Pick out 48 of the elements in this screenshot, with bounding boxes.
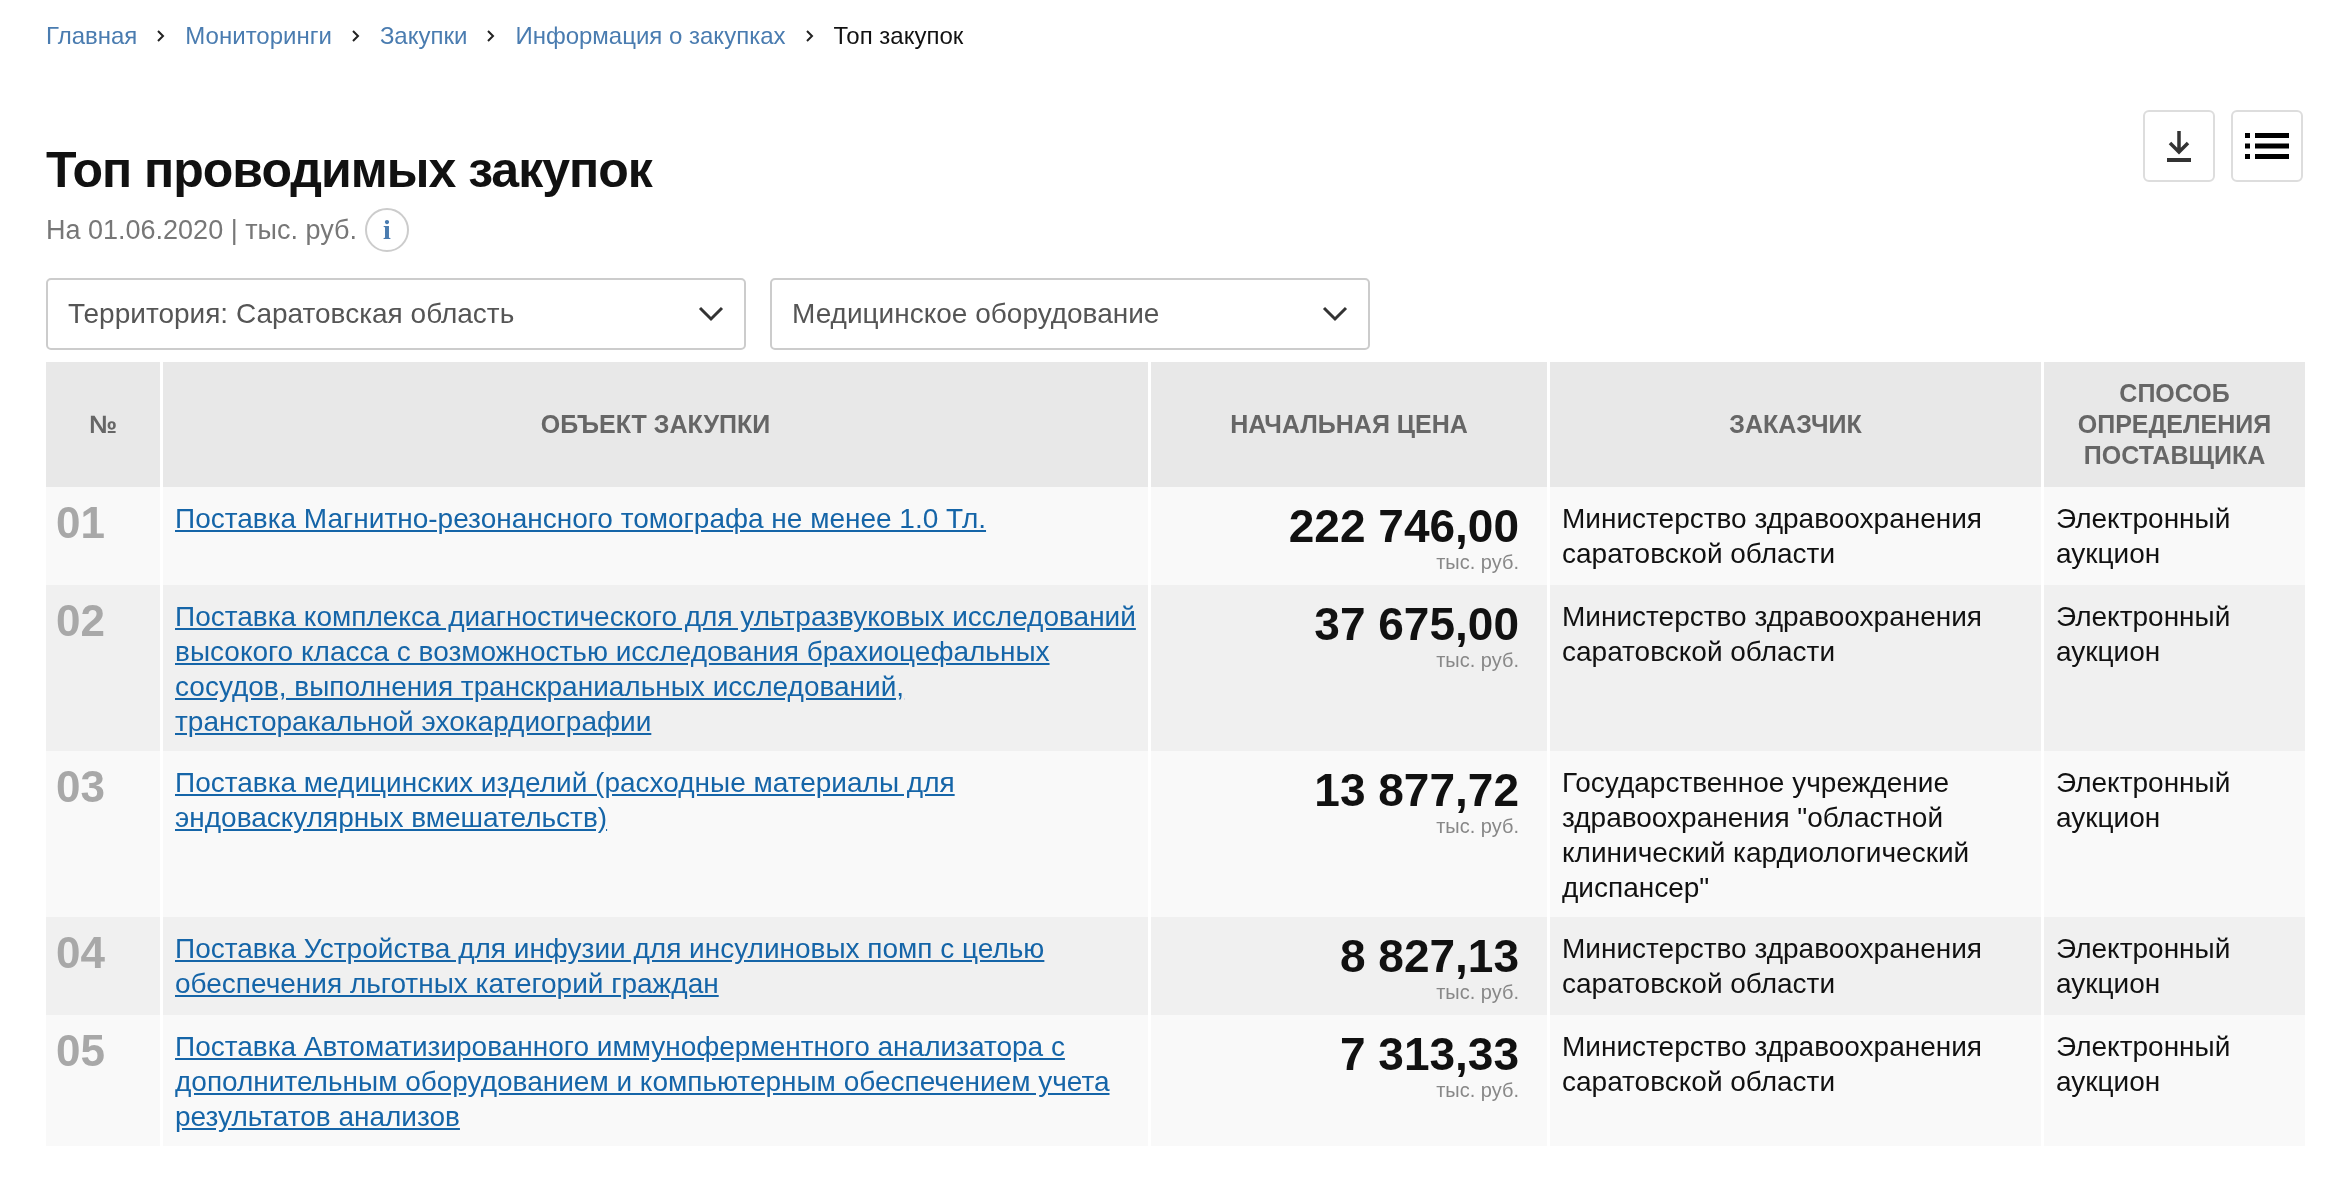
row-number: 03 bbox=[46, 751, 160, 917]
chevron-down-icon bbox=[698, 306, 724, 322]
customer-cell: Государственное учреждение здравоохранения "областной клинический кардиологический диспансер" bbox=[1550, 751, 2041, 917]
price-value: 13 877,72 bbox=[1314, 765, 1519, 815]
row-number: 04 bbox=[46, 917, 160, 1015]
price-unit: тыс. руб. bbox=[1436, 649, 1519, 671]
page-title: Топ проводимых закупок bbox=[46, 141, 652, 200]
price-unit: тыс. руб. bbox=[1436, 981, 1519, 1003]
chevron-icon bbox=[803, 30, 816, 42]
method-cell: Электронный аукцион bbox=[2044, 751, 2305, 917]
list-icon bbox=[2245, 133, 2289, 159]
method-cell: Электронный аукцион bbox=[2044, 487, 2305, 585]
breadcrumb-current: Топ закупок bbox=[833, 21, 964, 51]
customer-cell: Министерство здравоохранения саратовской области bbox=[1550, 487, 2041, 585]
chevron-icon bbox=[349, 30, 362, 42]
customer-cell: Министерство здравоохранения саратовской области bbox=[1550, 917, 2041, 1015]
column-header: № bbox=[46, 362, 160, 487]
row-number: 01 bbox=[46, 487, 160, 585]
list-view-button[interactable] bbox=[2231, 110, 2303, 182]
breadcrumb-link[interactable]: Главная bbox=[46, 18, 138, 54]
price-unit: тыс. руб. bbox=[1436, 1079, 1519, 1101]
column-header: ОБЪЕКТ ЗАКУПКИ bbox=[163, 362, 1148, 487]
customer-cell: Министерство здравоохранения саратовской области bbox=[1550, 585, 2041, 751]
filter-dropdown[interactable]: Медицинское оборудование bbox=[770, 278, 1370, 350]
row-number: 05 bbox=[46, 1015, 160, 1146]
method-cell: Электронный аукцион bbox=[2044, 1015, 2305, 1146]
download-icon bbox=[2164, 129, 2194, 163]
price-value: 222 746,00 bbox=[1288, 501, 1519, 551]
breadcrumb-link[interactable]: Мониторинги bbox=[185, 18, 332, 54]
price-unit: тыс. руб. bbox=[1436, 551, 1519, 573]
row-number: 02 bbox=[46, 585, 160, 751]
info-icon[interactable]: i bbox=[364, 208, 409, 252]
price-value: 37 675,00 bbox=[1314, 599, 1519, 649]
price-value: 8 827,13 bbox=[1339, 931, 1519, 981]
price-value: 7 313,33 bbox=[1339, 1029, 1519, 1079]
breadcrumb-link[interactable]: Закупки bbox=[379, 18, 468, 54]
page-subtitle: На 01.06.2020 | тыс. руб. bbox=[46, 213, 357, 247]
customer-cell: Министерство здравоохранения саратовской области bbox=[1550, 1015, 2041, 1146]
download-button[interactable] bbox=[2143, 110, 2215, 182]
filter-dropdown[interactable]: Территория: Саратовская область bbox=[46, 278, 746, 350]
column-header: СПОСОБ ОПРЕДЕЛЕНИЯ ПОСТАВЩИКА bbox=[2044, 362, 2305, 487]
method-cell: Электронный аукцион bbox=[2044, 585, 2305, 751]
breadcrumb-link[interactable]: Информация о закупках bbox=[515, 18, 786, 54]
column-header: НАЧАЛЬНАЯ ЦЕНА bbox=[1151, 362, 1547, 487]
price-unit: тыс. руб. bbox=[1436, 815, 1519, 837]
chevron-down-icon bbox=[1322, 306, 1348, 322]
column-header: ЗАКАЗЧИК bbox=[1550, 362, 2041, 487]
method-cell: Электронный аукцион bbox=[2044, 917, 2305, 1015]
